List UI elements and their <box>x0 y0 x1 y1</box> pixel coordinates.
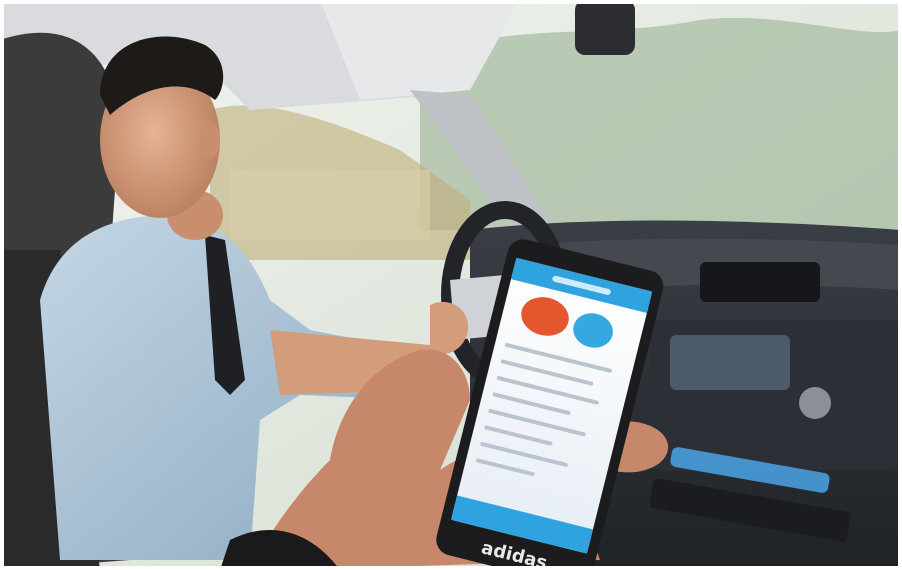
volume-knob <box>799 387 831 419</box>
building <box>230 170 430 240</box>
air-vent <box>700 262 820 302</box>
photo-scene: adidas <box>0 0 902 570</box>
driver-ear <box>200 122 220 158</box>
rearview-mirror <box>575 0 635 55</box>
radio-display <box>670 335 790 390</box>
